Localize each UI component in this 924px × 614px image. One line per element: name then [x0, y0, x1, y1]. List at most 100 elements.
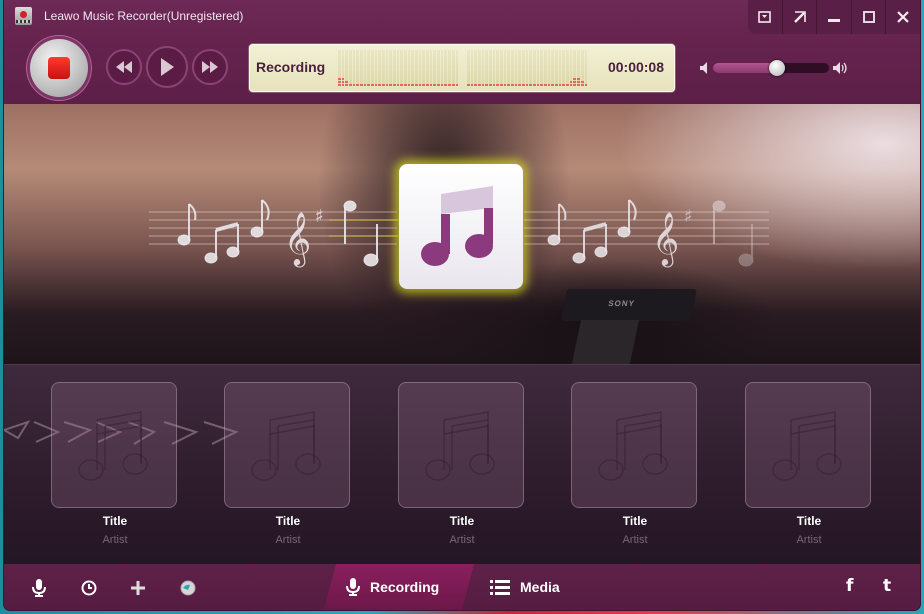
mini-mode-button[interactable] [781, 0, 817, 34]
fast-forward-button[interactable] [192, 49, 228, 85]
level-meter-bar [540, 50, 544, 86]
clock-icon [81, 580, 97, 596]
bottom-bar: Recording Media f t [4, 564, 920, 610]
level-meter-bar [393, 50, 396, 86]
tab-media-label: Media [520, 579, 560, 595]
twitter-button[interactable]: t [883, 576, 891, 596]
rewind-button[interactable] [106, 49, 142, 85]
microphone-settings-button[interactable] [28, 577, 50, 599]
level-meter-bar [496, 50, 500, 86]
close-button[interactable] [885, 0, 920, 34]
level-meter-bar [338, 50, 341, 86]
level-meter-bar [433, 50, 437, 86]
track-title: Title [622, 514, 648, 528]
stop-icon [48, 57, 70, 79]
facebook-button[interactable]: f [846, 576, 853, 596]
track-card[interactable]: Title Artist [51, 382, 179, 546]
track-title: Title [796, 514, 822, 528]
level-meter-bar [511, 50, 514, 86]
app-window: Leawo Music Recorder(Unregistered) Recor… [4, 0, 920, 610]
track-artist: Artist [622, 534, 648, 546]
level-meter-bar [429, 50, 433, 86]
track-album-art[interactable] [571, 382, 697, 508]
rewind-icon [116, 61, 132, 73]
track-card[interactable]: Title Artist [398, 382, 526, 546]
level-meter-bar [455, 50, 459, 86]
music-note-logo [399, 164, 523, 289]
level-meter-bar [352, 50, 356, 86]
track-card[interactable]: Title Artist [224, 382, 352, 546]
track-album-art[interactable] [224, 382, 350, 508]
level-meter-bar [507, 50, 511, 86]
svg-text:♯: ♯ [684, 206, 693, 227]
track-card[interactable]: Title Artist [571, 382, 699, 546]
level-meter-bar [415, 50, 418, 86]
turntable-stylus [570, 320, 640, 364]
level-meter-bar [485, 50, 489, 86]
track-artist: Artist [102, 534, 128, 546]
play-button[interactable] [146, 46, 188, 88]
volume-high-icon[interactable] [833, 61, 847, 75]
level-meter-bar [367, 50, 371, 86]
schedule-button[interactable] [78, 577, 100, 599]
music-staff-left-decoration: 𝄞 ♯ [149, 199, 399, 267]
music-note-placeholder-icon [251, 411, 321, 481]
level-meter-bar [577, 50, 580, 86]
volume-low-icon[interactable] [700, 62, 710, 74]
title-bar[interactable]: Leawo Music Recorder(Unregistered) [4, 0, 920, 34]
level-meter-bar [573, 50, 577, 86]
level-meter-bar [474, 50, 478, 86]
minimize-button[interactable] [816, 0, 851, 34]
track-album-art[interactable] [51, 382, 177, 508]
volume-slider-handle[interactable] [768, 60, 785, 76]
add-button[interactable] [127, 577, 149, 599]
cartridge-brand-label: SONY [607, 299, 636, 308]
track-album-art[interactable] [398, 382, 524, 508]
level-meter-bar [451, 50, 455, 86]
tab-media[interactable]: Media [490, 564, 560, 610]
stop-record-button[interactable] [30, 39, 88, 97]
level-meter-bar [440, 50, 444, 86]
level-meter-bar [518, 50, 522, 86]
level-meter-bar [566, 50, 569, 86]
level-meter-bar [536, 50, 540, 86]
track-title: Title [102, 514, 128, 528]
level-meter-bar [533, 50, 536, 86]
tab-recording[interactable]: Recording [346, 564, 439, 610]
twitter-icon: t [883, 576, 892, 596]
fast-forward-icon [202, 61, 218, 73]
turntable-cartridge: SONY [561, 289, 697, 321]
level-meter-bar [422, 50, 426, 86]
level-meter-bar [525, 50, 529, 86]
microphone-icon [346, 578, 360, 596]
plus-icon [131, 581, 145, 595]
music-staff-right-decoration: 𝄞 ♯ [524, 199, 769, 267]
maximize-button[interactable] [850, 0, 886, 34]
level-meter-bar [481, 50, 485, 86]
level-meter-bar [470, 50, 474, 86]
level-meter-bar [426, 50, 429, 86]
window-controls [748, 0, 920, 34]
track-artist: Artist [796, 534, 822, 546]
web-browser-button[interactable] [177, 577, 199, 599]
track-card[interactable]: Title Artist [745, 382, 873, 546]
level-meter-bar [558, 50, 562, 86]
level-meter-bar [389, 50, 393, 86]
svg-text:♯: ♯ [315, 206, 324, 227]
music-note-placeholder-icon [772, 411, 842, 481]
level-meter-bar [489, 50, 492, 86]
level-meter-bar [341, 50, 345, 86]
svg-text:𝄞: 𝄞 [284, 211, 311, 267]
level-meter-bar [345, 50, 349, 86]
level-meter-bar [382, 50, 385, 86]
level-meter-bar [584, 50, 588, 86]
list-icon [490, 580, 510, 595]
window-title: Leawo Music Recorder(Unregistered) [44, 9, 244, 23]
level-meter-bar [400, 50, 404, 86]
track-album-art[interactable] [745, 382, 871, 508]
level-meter-bar [349, 50, 352, 86]
music-note-icon [421, 186, 493, 266]
menu-dropdown-button[interactable] [748, 0, 782, 34]
music-note-placeholder-icon [425, 411, 495, 481]
status-label: Recording [256, 59, 326, 75]
